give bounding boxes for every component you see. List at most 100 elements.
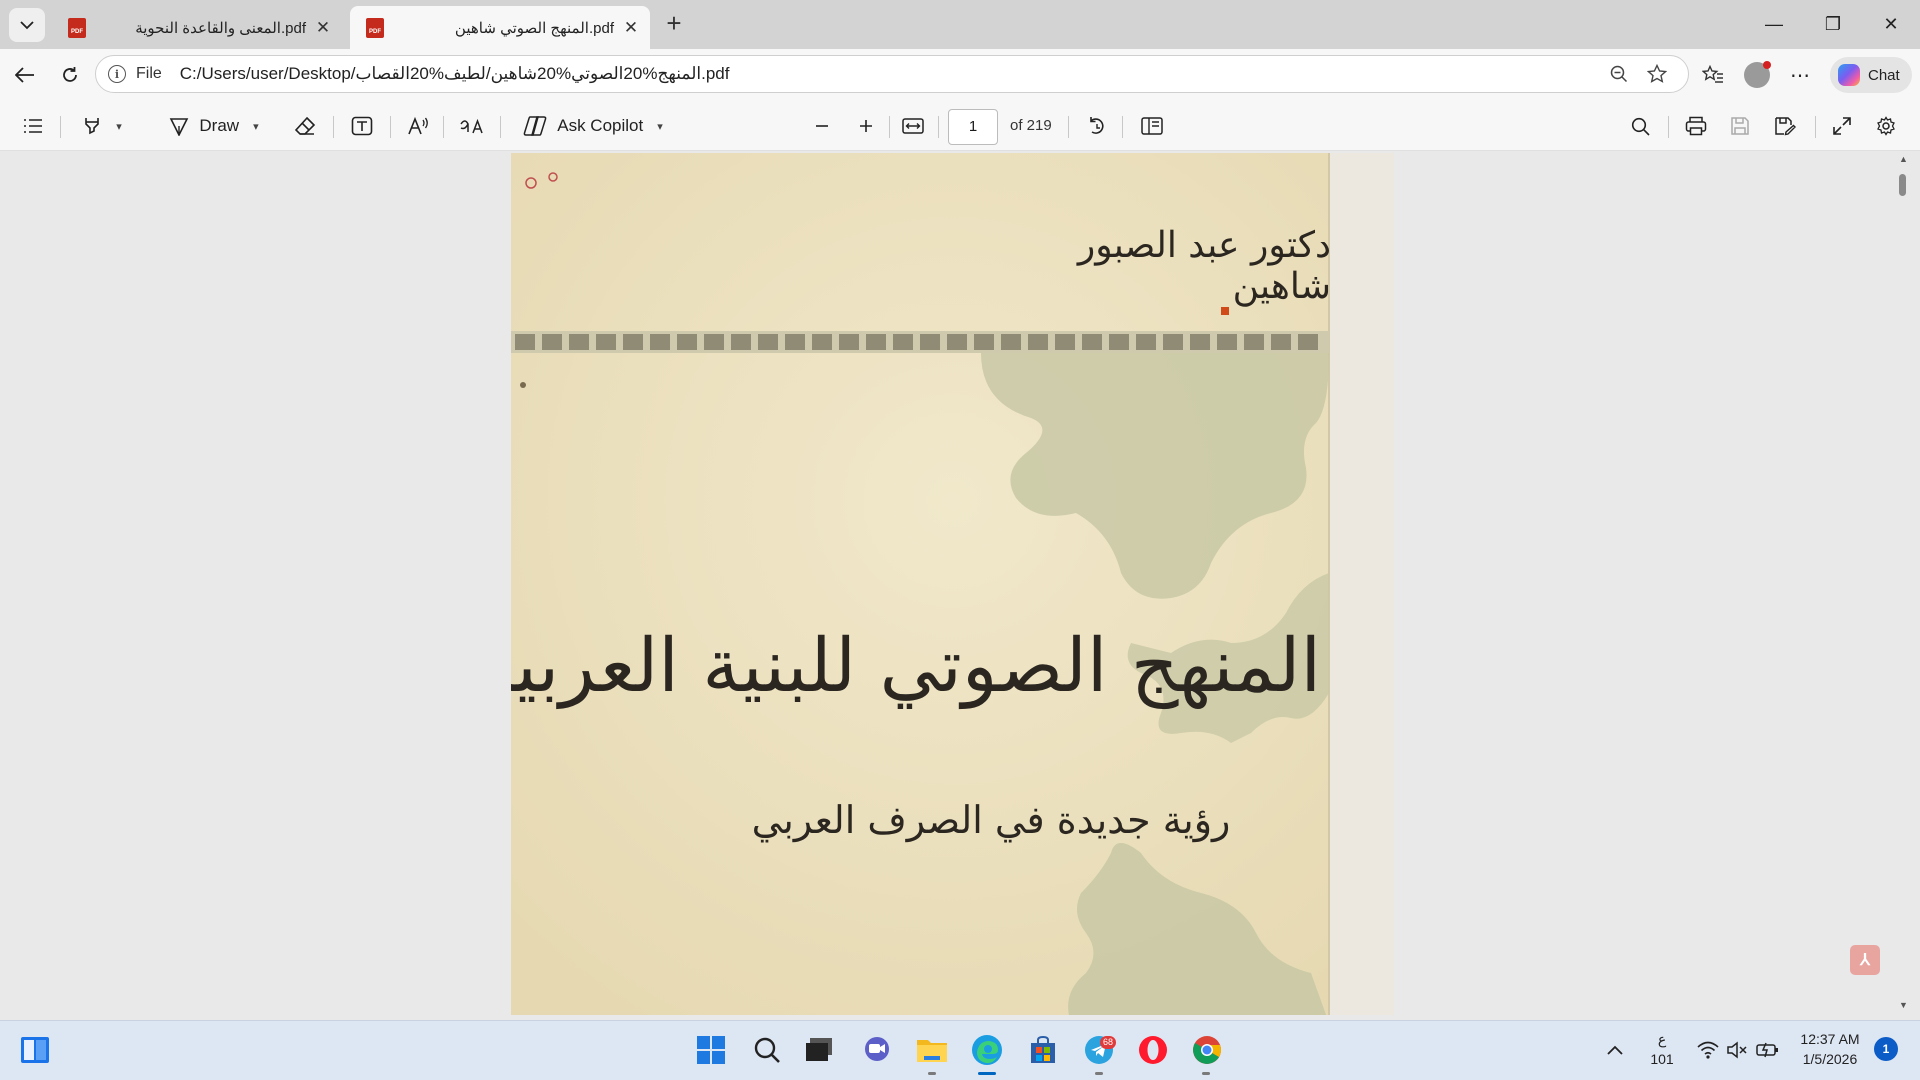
tab-title: المنهج الصوتي شاهين.pdf	[454, 19, 614, 37]
cover-band-block	[1109, 334, 1129, 350]
start-button[interactable]	[694, 1033, 728, 1067]
clock-date[interactable]: 1/5/2026	[1790, 1051, 1870, 1067]
battery-icon[interactable]	[1754, 1033, 1782, 1067]
notification-badge[interactable]: 1	[1874, 1037, 1898, 1061]
chrome-button[interactable]	[1190, 1033, 1224, 1067]
toolbar-divider	[889, 116, 890, 138]
chevron-down-icon[interactable]: ▾	[253, 120, 259, 133]
favorite-star-icon[interactable]	[1642, 56, 1672, 92]
tab-close-button[interactable]: ✕	[622, 18, 640, 38]
save-disk-icon	[1731, 117, 1749, 135]
favorites-button[interactable]	[1697, 59, 1729, 91]
text-box-icon	[351, 116, 373, 136]
show-hidden-icons-button[interactable]	[1603, 1033, 1627, 1067]
zoom-out-icon[interactable]	[1604, 56, 1634, 92]
vertical-scrollbar[interactable]: ▲ ▼	[1894, 152, 1912, 1015]
edge-button[interactable]	[970, 1033, 1004, 1067]
page-number-input[interactable]: 1	[948, 109, 998, 145]
wifi-icon[interactable]	[1695, 1033, 1721, 1067]
close-window-button[interactable]: ✕	[1868, 8, 1914, 40]
read-aloud-button[interactable]	[405, 110, 431, 142]
translate-button[interactable]	[458, 110, 486, 142]
address-bar[interactable]: i File C:/Users/user/Desktop/المنهج%20ال…	[95, 55, 1689, 93]
cover-band-block	[1028, 334, 1048, 350]
find-button[interactable]	[1627, 110, 1653, 142]
refresh-button[interactable]	[54, 59, 86, 91]
save-button[interactable]	[1727, 110, 1753, 142]
toolbar-divider	[500, 116, 501, 138]
cover-band-block	[569, 334, 589, 350]
minimize-button[interactable]: —	[1751, 8, 1797, 40]
taskbar: 68 ع 101 12:37 AM 1/5/2026 1	[0, 1020, 1920, 1080]
draw-label: Draw	[199, 116, 240, 135]
tab-inactive[interactable]: PDF المعنى والقاعدة النحوية.pdf ✕	[52, 6, 342, 49]
zoom-in-button[interactable]	[854, 110, 878, 142]
highlight-button[interactable]: ▾	[74, 110, 130, 142]
scroll-down-arrow-icon[interactable]: ▼	[1899, 1000, 1908, 1010]
scheme-label: File	[136, 65, 162, 82]
chevron-up-icon	[1607, 1045, 1623, 1055]
scroll-thumb[interactable]	[1899, 174, 1906, 196]
chevron-down-icon[interactable]: ▾	[116, 120, 122, 133]
chat-label: Chat	[1868, 66, 1900, 84]
chevron-down-icon	[20, 20, 34, 29]
print-button[interactable]	[1682, 110, 1710, 142]
page-count: of 219	[1010, 117, 1052, 134]
url-text[interactable]: C:/Users/user/Desktop/المنهج%20الصوتي%20…	[180, 64, 730, 84]
opera-button[interactable]	[1136, 1033, 1170, 1067]
clock-time[interactable]: 12:37 AM	[1790, 1031, 1870, 1047]
settings-more-button[interactable]: ⋯	[1784, 59, 1816, 91]
task-view-button[interactable]	[802, 1033, 836, 1067]
copilot-chat-button[interactable]: Chat	[1830, 57, 1912, 93]
toolbar-divider	[1122, 116, 1123, 138]
back-arrow-icon	[15, 67, 34, 83]
add-text-button[interactable]	[349, 110, 375, 142]
cover-title: المنهج الصوتي للبنية العربية	[511, 623, 1321, 709]
page-view-button[interactable]	[1138, 110, 1166, 142]
tab-actions-menu-button[interactable]	[9, 8, 45, 42]
input-language[interactable]: ع	[1652, 1031, 1672, 1048]
cover-band-block	[1163, 334, 1183, 350]
cover-band-block	[677, 334, 697, 350]
file-explorer-button[interactable]	[915, 1033, 949, 1067]
info-icon[interactable]: i	[108, 65, 126, 83]
pdf-viewer[interactable]: دكتور عبد الصبور شاهين المنهج الصوتي للب…	[4, 152, 1912, 1015]
input-language-layout[interactable]: 101	[1648, 1051, 1676, 1067]
windows-logo-icon	[697, 1036, 725, 1064]
contents-button[interactable]	[20, 110, 46, 142]
tab-active[interactable]: PDF المنهج الصوتي شاهين.pdf ✕	[350, 6, 650, 49]
chevron-down-icon[interactable]: ▾	[657, 120, 663, 133]
tab-strip: PDF المعنى والقاعدة النحوية.pdf ✕ PDF ال…	[0, 0, 1920, 49]
fullscreen-button[interactable]	[1829, 110, 1855, 142]
cover-subtitle: رؤية جديدة في الصرف العربي	[751, 798, 1231, 842]
widgets-icon	[21, 1037, 49, 1063]
opera-logo-icon	[1139, 1036, 1167, 1064]
restore-button[interactable]: ❐	[1810, 8, 1856, 40]
volume-muted-icon[interactable]	[1724, 1033, 1750, 1067]
rotate-button[interactable]	[1084, 110, 1110, 142]
favorites-list-icon	[1702, 65, 1723, 83]
acrobat-icon[interactable]: ⅄	[1850, 945, 1880, 975]
zoom-out-button[interactable]	[810, 110, 834, 142]
pdf-settings-button[interactable]	[1873, 110, 1899, 142]
fit-width-icon	[902, 118, 924, 134]
cover-band-block	[704, 334, 724, 350]
fit-to-width-button[interactable]	[899, 110, 927, 142]
store-button[interactable]	[1026, 1033, 1060, 1067]
ask-copilot-button[interactable]: Ask Copilot ▾	[518, 110, 668, 142]
search-button[interactable]	[750, 1033, 784, 1067]
draw-button[interactable]: Draw ▾	[158, 110, 270, 142]
telegram-unread-badge: 68	[1100, 1036, 1117, 1049]
cover-band-block	[1082, 334, 1102, 350]
pdf-toolbar: ▾ Draw ▾ Ask Copilot ▾ 1 of 219	[0, 101, 1920, 151]
save-as-button[interactable]	[1772, 110, 1798, 142]
erase-button[interactable]	[292, 110, 318, 142]
tab-close-button[interactable]: ✕	[314, 18, 332, 38]
running-indicator	[928, 1072, 936, 1075]
back-button[interactable]	[9, 59, 41, 91]
cover-band-block	[596, 334, 616, 350]
scroll-up-arrow-icon[interactable]: ▲	[1899, 154, 1908, 164]
meet-app-button[interactable]	[860, 1033, 894, 1067]
new-tab-button[interactable]: +	[660, 10, 688, 38]
widgets-button[interactable]	[18, 1033, 52, 1067]
